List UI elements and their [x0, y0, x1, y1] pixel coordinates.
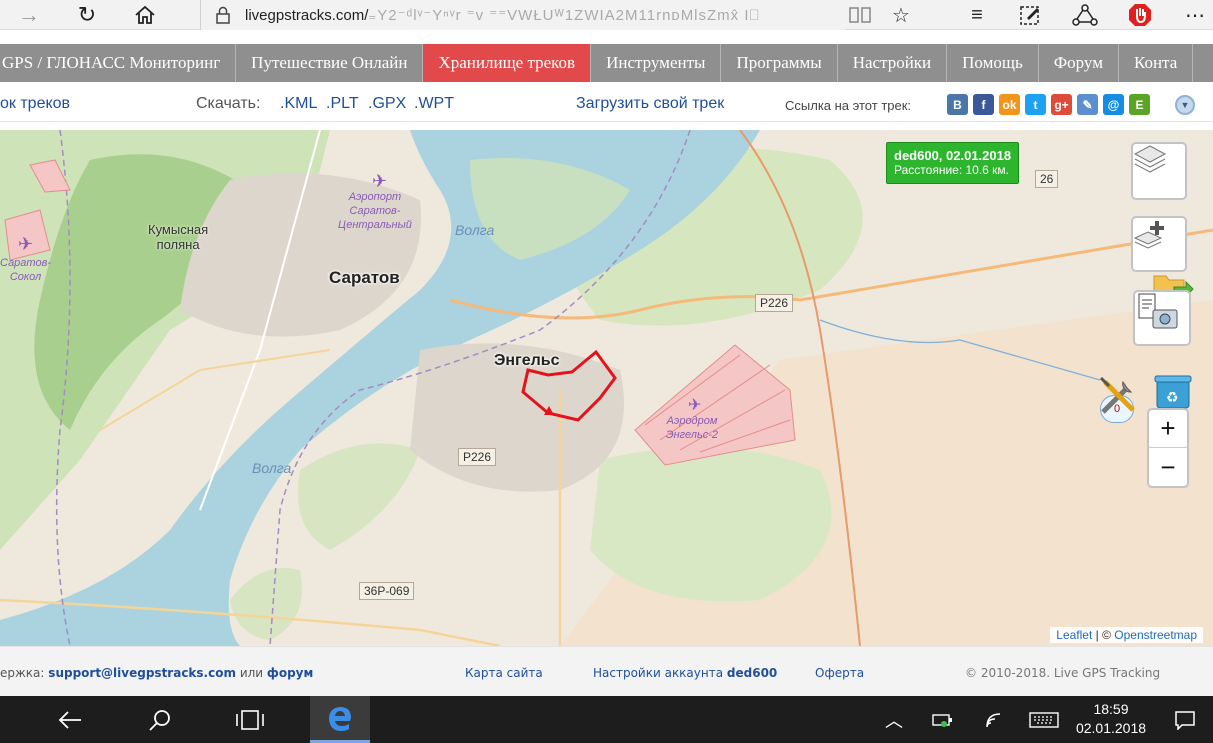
label-airfield-engels: Аэродром Энгельс-2	[666, 415, 719, 441]
svg-text:✈: ✈	[688, 395, 701, 414]
account-user: ded600	[726, 666, 778, 680]
screenshot-button[interactable]	[1133, 290, 1191, 346]
label-airport-sokol: Саратов- Сокол	[0, 257, 51, 283]
or-text: или	[239, 666, 264, 680]
favorite-star-icon[interactable]: ☆	[876, 0, 926, 30]
lock-icon	[201, 6, 245, 24]
home-icon[interactable]	[116, 0, 174, 30]
nav-gps-monitoring[interactable]: GPS / ГЛОНАСС Мониторинг	[0, 44, 237, 82]
address-bar[interactable]: livegpstracks.com/₌Y2⁻ᵈlᵛ⁻Yⁿᵛr ⁼v ⁼⁼VWŁU…	[200, 0, 845, 30]
evernote-icon[interactable]: E	[1129, 94, 1150, 115]
share-buttons: B f ok t g+ ✎ @ E	[947, 94, 1150, 115]
support-info: ержка: support@livegpstracks.com или фор…	[0, 666, 313, 680]
road-label: 36Р-069	[359, 582, 415, 600]
copyright: © 2010-2018. Live GPS Tracking	[965, 666, 1161, 680]
site-footer: ержка: support@livegpstracks.com или фор…	[0, 646, 1213, 696]
track-title: ded600, 02.01.2018	[894, 148, 1012, 163]
track-popup: ded600, 02.01.2018 Расстояние: 10.6 км.	[886, 142, 1020, 184]
track-distance: Расстояние: 10.6 км.	[894, 163, 1010, 177]
map[interactable]: ✈ ✈ ✈ Саратов Энгельс Волга Волга Кумысн…	[0, 130, 1213, 646]
more-icon[interactable]: ⋯	[1170, 0, 1213, 30]
add-layer-button[interactable]	[1131, 216, 1187, 272]
action-center-icon[interactable]	[1158, 696, 1212, 743]
label-engels: Энгельс	[494, 352, 560, 369]
zoom-in-button[interactable]: +	[1149, 410, 1187, 448]
nav-forum[interactable]: Форум	[1039, 44, 1119, 82]
road-label: 26	[1035, 170, 1059, 188]
zoom-control: + −	[1147, 408, 1189, 488]
offer-link[interactable]: Оферта	[815, 666, 864, 680]
map-canvas: ✈ ✈ ✈	[0, 130, 1213, 646]
label-volga-south: Волга	[252, 460, 292, 476]
share-icon[interactable]	[1060, 0, 1110, 30]
account-settings-label: Настройки аккаунта	[593, 666, 724, 680]
download-gpx-link[interactable]: .GPX	[368, 95, 406, 113]
support-label: ержка:	[0, 666, 45, 680]
svg-text:♻: ♻	[1166, 390, 1179, 406]
openstreetmap-link[interactable]: Openstreetmap	[1114, 628, 1197, 642]
back-arrow-icon[interactable]	[40, 696, 100, 743]
odnoklassniki-icon[interactable]: ok	[999, 94, 1020, 115]
layers-icon	[1133, 145, 1167, 173]
task-view-icon[interactable]	[220, 696, 280, 743]
road-label: Р226	[755, 294, 794, 312]
nav-travel-online[interactable]: Путешествие Онлайн	[236, 44, 424, 82]
svg-text:✈: ✈	[18, 234, 33, 255]
livejournal-icon[interactable]: ✎	[1077, 94, 1098, 115]
label-kumysnaya: Кумысная поляна	[148, 222, 209, 252]
sitemap-link[interactable]: Карта сайта	[465, 666, 543, 680]
web-note-icon[interactable]	[1005, 0, 1055, 30]
share-label: Ссылка на этот трек:	[785, 98, 912, 113]
system-clock[interactable]: 18:59 02.01.2018	[1066, 700, 1156, 738]
site-nav: GPS / ГЛОНАСС Мониторинг Путешествие Онл…	[0, 44, 1213, 82]
layers-button[interactable]	[1131, 142, 1187, 200]
taskbar: ︿ 18:59 02.01.2018	[0, 696, 1213, 743]
label-airport-central: Аэропорт Саратов- Центральный	[338, 191, 412, 231]
forward-icon[interactable]: →	[0, 0, 58, 30]
label-volga-north: Волга	[455, 222, 495, 238]
clock-date: 02.01.2018	[1075, 720, 1147, 736]
facebook-icon[interactable]: f	[973, 94, 994, 115]
search-icon[interactable]	[130, 696, 190, 743]
svg-text:✈: ✈	[372, 171, 387, 192]
nav-track-storage[interactable]: Хранилище треков	[423, 44, 592, 82]
vk-icon[interactable]: B	[947, 94, 968, 115]
upload-track-link[interactable]: Загрузить свой трек	[576, 95, 724, 113]
account-settings-link[interactable]: Настройки аккаунта ded600	[593, 666, 777, 680]
download-label: Скачать:	[196, 95, 261, 112]
road-label: Р226	[458, 448, 497, 466]
nav-contacts[interactable]: Конта	[1119, 44, 1194, 82]
nav-programs[interactable]: Программы	[721, 44, 838, 82]
refresh-icon[interactable]: ↻	[58, 0, 116, 30]
google-plus-icon[interactable]: g+	[1051, 94, 1072, 115]
label-saratov: Саратов	[329, 268, 400, 287]
wifi-icon[interactable]	[968, 696, 1020, 743]
battery-icon[interactable]	[915, 696, 971, 743]
add-layer-icon	[1133, 221, 1164, 249]
support-email-link[interactable]: support@livegpstracks.com	[48, 666, 236, 680]
attribution-separator: | ©	[1092, 628, 1115, 642]
adblock-icon[interactable]	[1115, 0, 1165, 30]
leaflet-link[interactable]: Leaflet	[1056, 628, 1092, 642]
expand-panel-icon[interactable]: ▼	[1175, 95, 1195, 115]
nav-help[interactable]: Помощь	[947, 44, 1039, 82]
download-plt-link[interactable]: .PLT	[326, 95, 359, 113]
download-kml-link[interactable]: .KML	[280, 95, 317, 113]
hub-icon[interactable]: ≡	[952, 0, 1002, 30]
edge-browser-icon[interactable]	[310, 696, 370, 743]
forum-link[interactable]: форум	[267, 666, 313, 680]
map-attribution: Leaflet | © Openstreetmap	[1050, 627, 1203, 643]
nav-tools[interactable]: Инструменты	[591, 44, 722, 82]
keyboard-icon[interactable]	[1016, 696, 1072, 743]
camera-icon	[1138, 293, 1178, 329]
clock-time: 18:59	[1093, 701, 1129, 717]
download-wpt-link[interactable]: .WPT	[414, 95, 454, 113]
url-text: livegpstracks.com/₌Y2⁻ᵈlᵛ⁻Yⁿᵛr ⁼v ⁼⁼VWŁU…	[245, 7, 761, 24]
nav-settings[interactable]: Настройки	[838, 44, 948, 82]
zoom-out-button[interactable]: −	[1149, 448, 1187, 486]
mailru-icon[interactable]: @	[1103, 94, 1124, 115]
track-list-link[interactable]: ок треков	[0, 95, 70, 113]
twitter-icon[interactable]: t	[1025, 94, 1046, 115]
